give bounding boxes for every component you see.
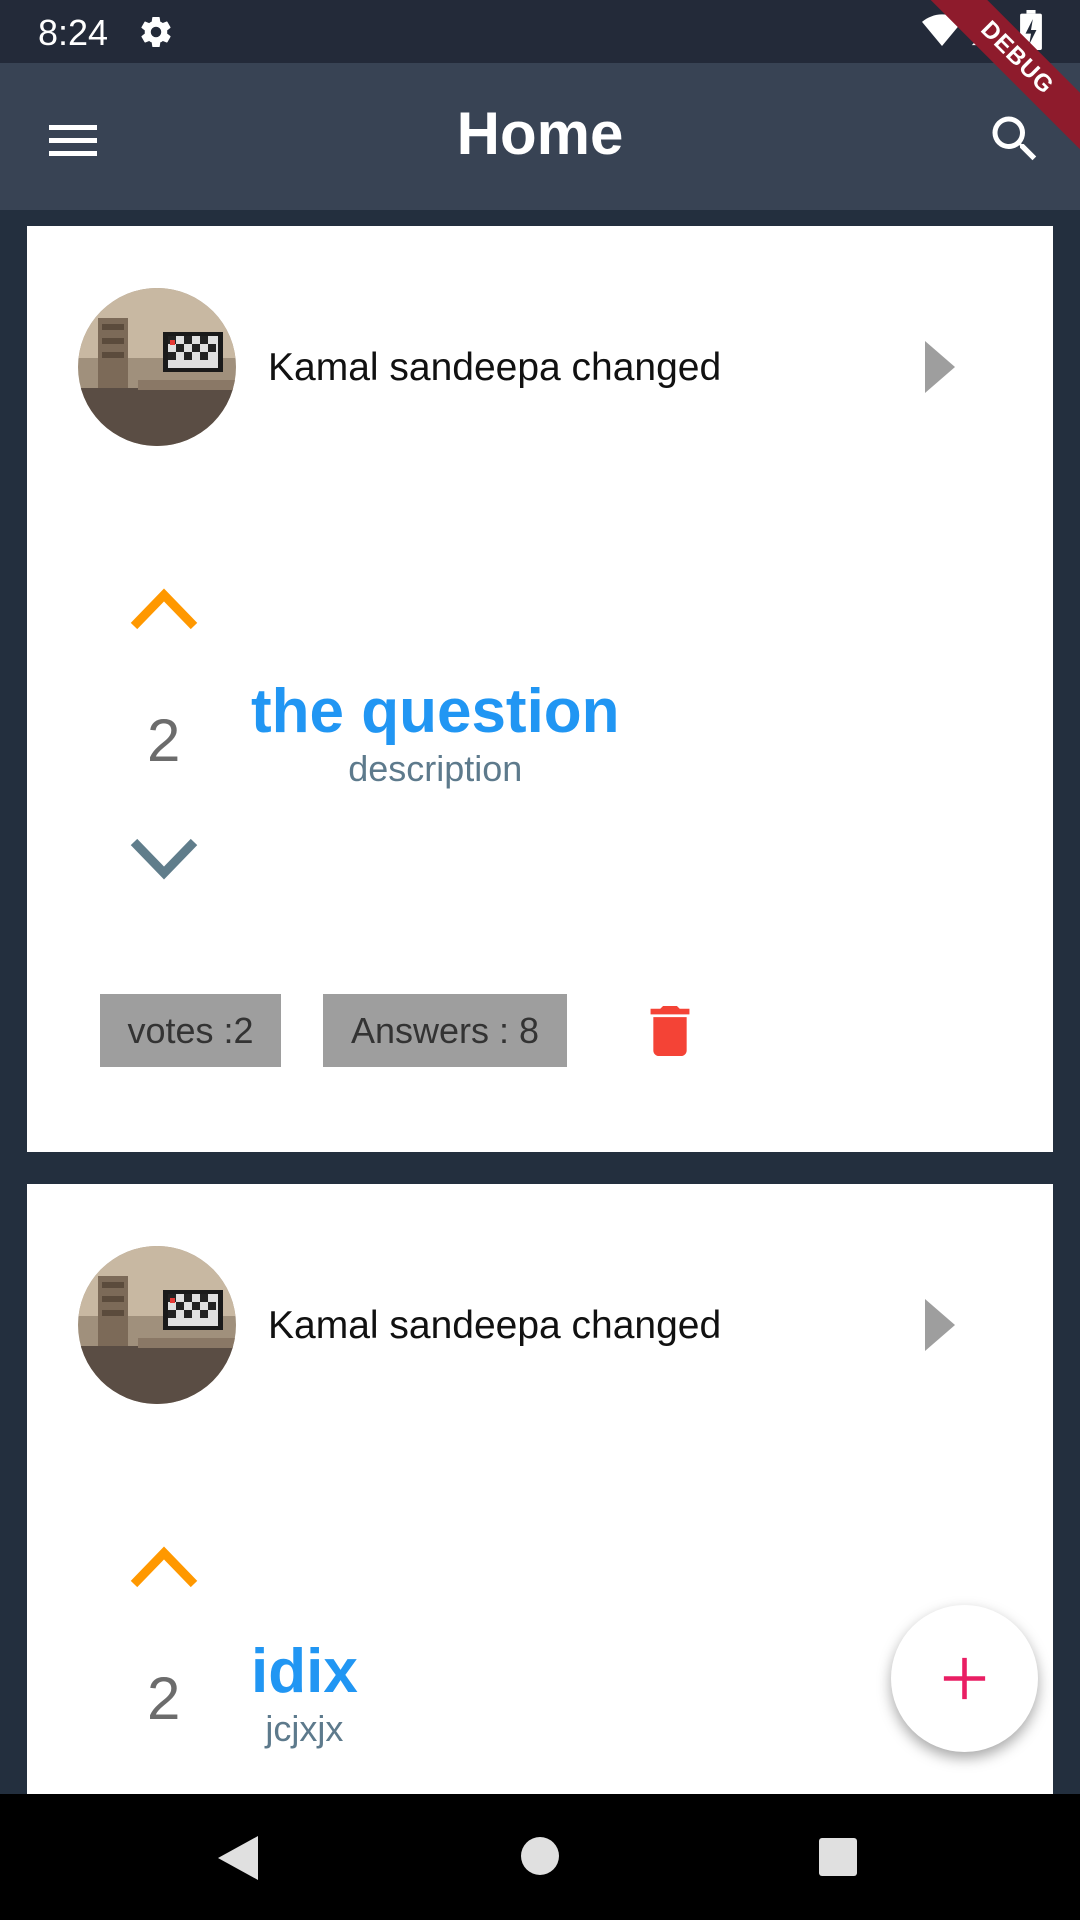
question-text[interactable]: idix jcjxjx	[251, 1637, 358, 1750]
chevron-up-icon[interactable]	[129, 1544, 199, 1590]
answers-chip[interactable]: Answers : 8	[323, 994, 567, 1067]
play-arrow-icon[interactable]	[923, 339, 957, 395]
gear-icon	[141, 17, 171, 48]
avatar	[78, 1246, 236, 1404]
play-arrow-icon[interactable]	[923, 1297, 957, 1353]
add-question-button[interactable]	[891, 1605, 1038, 1752]
status-time: 8:24	[38, 12, 109, 53]
vote-count: 2	[147, 707, 181, 774]
vote-count: 2	[147, 1665, 181, 1732]
chevron-up-icon[interactable]	[129, 586, 199, 632]
app-bar: Home	[0, 63, 1080, 210]
question-title: idix	[251, 1637, 358, 1706]
plus-icon	[943, 1657, 986, 1700]
question-description: jcjxjx	[265, 1708, 344, 1750]
question-card[interactable]: Kamal sandeepa changed 2 the question de…	[27, 226, 1053, 1152]
avatar	[78, 288, 236, 446]
page-title: Home	[456, 100, 624, 167]
question-list[interactable]: Kamal sandeepa changed 2 the question de…	[0, 210, 1080, 1794]
question-text[interactable]: the question description	[251, 677, 620, 790]
recent-apps-icon[interactable]	[817, 1836, 859, 1878]
author-name: Kamal sandeepa changed	[268, 1304, 722, 1347]
status-bar: 8:24	[0, 0, 1080, 63]
home-circle-icon[interactable]	[518, 1834, 562, 1878]
chevron-down-icon[interactable]	[129, 836, 199, 882]
votes-chip[interactable]: votes :2	[100, 994, 281, 1067]
system-nav-bar	[0, 1794, 1080, 1920]
question-title: the question	[251, 677, 620, 746]
author-name: Kamal sandeepa changed	[268, 346, 722, 389]
search-icon[interactable]	[985, 109, 1045, 169]
question-description: description	[348, 748, 523, 790]
trash-icon[interactable]	[649, 1006, 691, 1056]
back-icon[interactable]	[214, 1832, 262, 1884]
screen: 8:24 DEBUG Home Kamal sandeepa changed 2…	[0, 0, 1080, 1920]
